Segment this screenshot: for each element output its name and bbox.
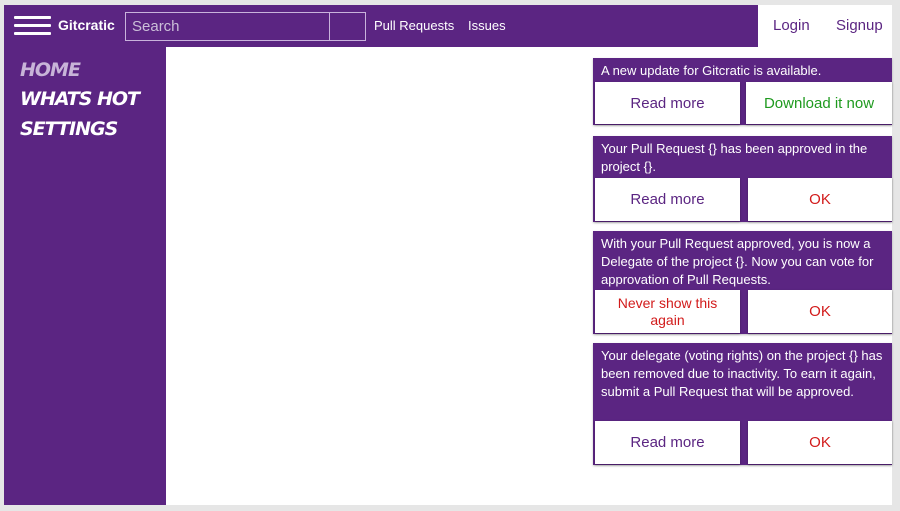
read-more-button[interactable]: Read more: [595, 421, 740, 464]
app-window: Gitcratic Pull Requests Issues Login Sig…: [4, 5, 892, 505]
notification-message: With your Pull Request approved, you is …: [601, 236, 874, 287]
top-navbar: Gitcratic Pull Requests Issues Login Sig…: [4, 5, 892, 47]
sidebar: Home Whats hot Settings: [4, 47, 166, 505]
nav-pull-requests[interactable]: Pull Requests: [374, 18, 454, 33]
notification-update: A new update for Gitcratic is available.…: [593, 58, 892, 125]
notification-message: Your delegate (voting rights) on the pro…: [601, 348, 883, 399]
search-button[interactable]: [329, 12, 366, 41]
search-input[interactable]: [125, 12, 330, 41]
never-show-again-button[interactable]: Never show this again: [595, 290, 740, 333]
ok-button[interactable]: OK: [748, 290, 892, 333]
read-more-button[interactable]: Read more: [595, 178, 740, 221]
sidebar-item-whats-hot[interactable]: Whats hot: [20, 88, 140, 110]
notification-message: A new update for Gitcratic is available.: [601, 63, 822, 78]
ok-button[interactable]: OK: [748, 178, 892, 221]
sidebar-item-settings[interactable]: Settings: [20, 118, 118, 140]
hamburger-menu-icon[interactable]: [14, 16, 51, 36]
auth-panel: Login Signup: [758, 5, 892, 47]
sidebar-item-home[interactable]: Home: [20, 59, 81, 81]
download-now-button[interactable]: Download it now: [746, 82, 892, 124]
brand-name[interactable]: Gitcratic: [58, 17, 115, 33]
signup-link[interactable]: Signup: [836, 17, 883, 34]
ok-button[interactable]: OK: [748, 421, 892, 464]
notification-pr-approved: Your Pull Request {} has been approved i…: [593, 136, 892, 222]
login-link[interactable]: Login: [773, 17, 810, 34]
notification-delegate: With your Pull Request approved, you is …: [593, 231, 892, 334]
notification-message: Your Pull Request {} has been approved i…: [601, 141, 868, 174]
notification-delegate-removed: Your delegate (voting rights) on the pro…: [593, 343, 892, 465]
nav-issues[interactable]: Issues: [468, 18, 506, 33]
read-more-button[interactable]: Read more: [595, 82, 740, 124]
